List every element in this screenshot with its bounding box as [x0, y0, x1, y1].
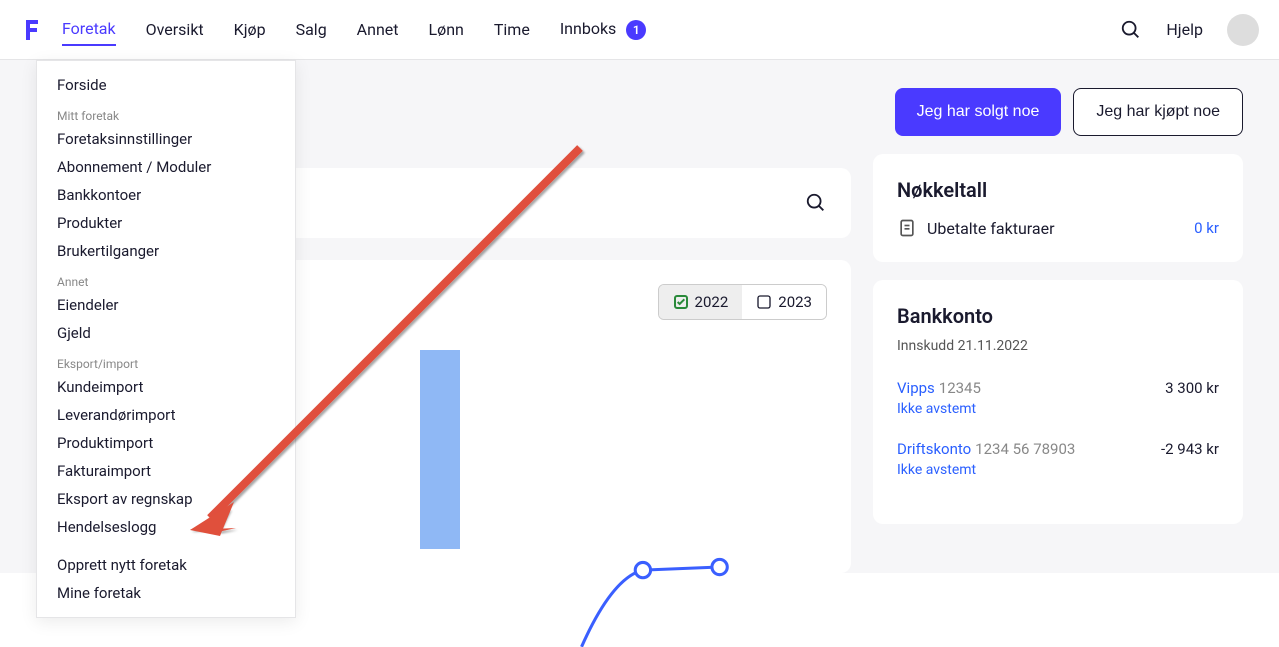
- vipps-status[interactable]: Ikke avstemt: [897, 401, 1219, 417]
- action-buttons: Jeg har solgt noe Jeg har kjøpt noe: [873, 88, 1243, 136]
- dd-mine-foretak[interactable]: Mine foretak: [37, 579, 295, 607]
- foretak-dropdown: Forside Mitt foretak Foretaksinnstilling…: [36, 60, 296, 618]
- vipps-amount: 3 300 kr: [1165, 379, 1219, 397]
- vipps-link[interactable]: Vipps: [897, 379, 935, 397]
- unpaid-invoices-row: Ubetalte fakturaer 0 kr: [897, 218, 1219, 238]
- nav-right: Hjelp: [1120, 14, 1259, 46]
- dd-forside[interactable]: Forside: [37, 71, 295, 99]
- dd-header-annet: Annet: [37, 265, 295, 291]
- dd-fakturaimport[interactable]: Fakturaimport: [37, 457, 295, 485]
- sold-button[interactable]: Jeg har solgt noe: [895, 88, 1062, 136]
- key-figures-card: Nøkkeltall Ubetalte fakturaer 0 kr: [873, 154, 1243, 262]
- dd-produkter[interactable]: Produkter: [37, 209, 295, 237]
- search-card-icon[interactable]: [805, 192, 827, 214]
- dd-hendelseslogg[interactable]: Hendelseslogg: [37, 513, 295, 541]
- unpaid-invoices-label: Ubetalte fakturaer: [927, 219, 1055, 238]
- dd-header-mitt: Mitt foretak: [37, 99, 295, 125]
- nav-salg[interactable]: Salg: [296, 14, 327, 45]
- nav-time[interactable]: Time: [494, 14, 530, 45]
- dd-leverandorimport[interactable]: Leverandørimport: [37, 401, 295, 429]
- help-link[interactable]: Hjelp: [1166, 20, 1203, 39]
- bank-card: Bankkonto Innskudd 21.11.2022 Vipps 1234…: [873, 280, 1243, 524]
- nav-items: Foretak Oversikt Kjøp Salg Annet Lønn Ti…: [62, 13, 646, 46]
- year-2022-label: 2022: [695, 293, 729, 311]
- drift-number: 1234 56 78903: [975, 440, 1075, 458]
- bought-button[interactable]: Jeg har kjøpt noe: [1073, 88, 1243, 136]
- nav-innboks[interactable]: Innboks 1: [560, 13, 646, 46]
- dd-brukertilganger[interactable]: Brukertilganger: [37, 237, 295, 265]
- bank-row-vipps: Vipps 12345 3 300 kr Ikke avstemt: [897, 378, 1219, 417]
- document-icon: [897, 218, 917, 238]
- innboks-badge: 1: [626, 20, 646, 40]
- nav-kjop[interactable]: Kjøp: [234, 14, 266, 45]
- year-2023-button[interactable]: 2023: [742, 285, 826, 319]
- dd-eiendeler[interactable]: Eiendeler: [37, 291, 295, 319]
- year-toggle: 2022 2023: [658, 284, 827, 320]
- top-nav: Foretak Oversikt Kjøp Salg Annet Lønn Ti…: [0, 0, 1279, 60]
- dd-abonnement[interactable]: Abonnement / Moduler: [37, 153, 295, 181]
- unpaid-invoices-value: 0 kr: [1194, 219, 1219, 237]
- bank-row-drift: Driftskonto 1234 56 78903 -2 943 kr Ikke…: [897, 439, 1219, 478]
- year-2022-button[interactable]: 2022: [659, 285, 743, 319]
- dd-bankkontoer[interactable]: Bankkontoer: [37, 181, 295, 209]
- dd-gjeld[interactable]: Gjeld: [37, 319, 295, 347]
- drift-status[interactable]: Ikke avstemt: [897, 462, 1219, 478]
- dd-produktimport[interactable]: Produktimport: [37, 429, 295, 457]
- nav-innboks-label: Innboks: [560, 19, 617, 38]
- nav-lonn[interactable]: Lønn: [429, 14, 464, 45]
- right-column: Jeg har solgt noe Jeg har kjøpt noe Nøkk…: [873, 88, 1243, 573]
- key-figures-title: Nøkkeltall: [897, 178, 1219, 202]
- bank-title: Bankkonto: [897, 304, 1219, 328]
- bank-subtitle: Innskudd 21.11.2022: [897, 338, 1219, 354]
- dd-header-eksport: Eksport/import: [37, 347, 295, 373]
- nav-oversikt[interactable]: Oversikt: [146, 14, 204, 45]
- dd-opprett-nytt[interactable]: Opprett nytt foretak: [37, 551, 295, 579]
- vipps-number: 12345: [939, 379, 981, 397]
- year-2023-label: 2023: [778, 293, 812, 311]
- dd-foretaksinnstillinger[interactable]: Foretaksinnstillinger: [37, 125, 295, 153]
- search-icon[interactable]: [1120, 19, 1142, 41]
- dd-eksport-regnskap[interactable]: Eksport av regnskap: [37, 485, 295, 513]
- logo-icon: [20, 18, 44, 42]
- drift-link[interactable]: Driftskonto: [897, 440, 971, 458]
- dd-kundeimport[interactable]: Kundeimport: [37, 373, 295, 401]
- drift-amount: -2 943 kr: [1161, 440, 1219, 458]
- nav-foretak[interactable]: Foretak: [62, 13, 116, 46]
- avatar[interactable]: [1227, 14, 1259, 46]
- nav-annet[interactable]: Annet: [357, 14, 399, 45]
